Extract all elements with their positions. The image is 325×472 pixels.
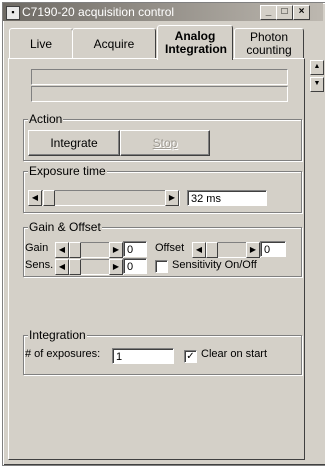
exposure-time-field[interactable]: 32 ms [187, 190, 267, 206]
action-group: Action Integrate Stop [23, 112, 302, 161]
status-bar-2 [31, 86, 288, 102]
stop-button-label: Stop [152, 136, 178, 150]
status-bar-1 [31, 69, 288, 85]
tab-photon-counting-label: Photon counting [246, 30, 292, 57]
gain-value-field[interactable]: 0 [123, 241, 147, 257]
gain-left-arrow-icon[interactable]: ◀ [55, 242, 69, 258]
gain-label: Gain [25, 242, 49, 254]
exposures-label: # of exposures: [25, 348, 101, 360]
offset-left-arrow-icon[interactable]: ◀ [192, 242, 206, 258]
title-bar[interactable]: ▪ C7190-20 acquisition control _ □ × [3, 3, 323, 21]
action-group-label: Action [28, 112, 64, 126]
exposure-slider-thumb[interactable] [43, 190, 55, 206]
sens-label: Sens. [25, 259, 54, 271]
maximize-button[interactable]: □ [276, 5, 293, 20]
tab-analog-integration-label: Analog Integration [165, 29, 227, 56]
integrate-button-label: Integrate [50, 136, 98, 150]
scroll-up-button[interactable]: ▲ [310, 60, 324, 75]
exposure-left-arrow-icon[interactable]: ◀ [28, 190, 42, 206]
gain-offset-group: Gain & Offset Gain ◀ ▶ 0 Offset ◀ ▶ 0 Se… [23, 220, 302, 277]
sens-right-arrow-icon[interactable]: ▶ [109, 259, 123, 275]
minimize-button[interactable]: _ [260, 5, 277, 20]
sens-value-field[interactable]: 0 [123, 258, 147, 274]
sens-slider-thumb[interactable] [69, 259, 81, 275]
exposures-field[interactable]: 1 [112, 348, 174, 364]
integration-group-label: Integration [28, 328, 87, 342]
sensitivity-label: Sensitivity On/Off [172, 259, 257, 271]
offset-label: Offset [155, 242, 185, 254]
tab-acquire-label: Acquire [93, 36, 135, 51]
exposure-time-group: Exposure time ◀ ▶ 32 ms [23, 164, 302, 213]
offset-slider[interactable]: ◀ ▶ [192, 242, 261, 258]
offset-value-field[interactable]: 0 [260, 241, 286, 257]
sens-slider[interactable]: ◀ ▶ [55, 259, 124, 275]
gain-right-arrow-icon[interactable]: ▶ [109, 242, 123, 258]
exposure-time-slider[interactable]: ◀ ▶ [28, 190, 180, 206]
tab-photon-counting[interactable]: Photon counting [234, 28, 304, 59]
stop-button[interactable]: Stop [120, 130, 210, 156]
integrate-button[interactable]: Integrate [28, 130, 120, 156]
sens-left-arrow-icon[interactable]: ◀ [55, 259, 69, 275]
window-title: C7190-20 acquisition control [22, 5, 175, 19]
offset-right-arrow-icon[interactable]: ▶ [246, 242, 260, 258]
integration-group: Integration # of exposures: 1 ✓ Clear on… [23, 328, 302, 375]
gain-slider[interactable]: ◀ ▶ [55, 242, 124, 258]
close-button[interactable]: × [293, 5, 310, 20]
clear-on-start-checkbox[interactable]: ✓ [184, 350, 197, 363]
scroll-down-button[interactable]: ▼ [310, 77, 324, 92]
tab-acquire[interactable]: Acquire [72, 28, 156, 59]
tab-analog-integration[interactable]: Analog Integration [157, 25, 233, 60]
vertical-scrollbar[interactable]: ▲ ▼ [310, 60, 324, 100]
exposure-right-arrow-icon[interactable]: ▶ [165, 190, 179, 206]
sensitivity-checkbox[interactable] [155, 260, 168, 273]
clear-on-start-label: Clear on start [201, 348, 268, 360]
exposure-time-group-label: Exposure time [28, 164, 107, 178]
app-icon: ▪ [6, 6, 20, 20]
gain-offset-group-label: Gain & Offset [28, 220, 102, 234]
offset-slider-thumb[interactable] [206, 242, 218, 258]
tab-panel: Action Integrate Stop Exposure time ◀ ▶ … [8, 58, 305, 460]
tab-live[interactable]: Live [9, 28, 73, 59]
tab-live-label: Live [29, 36, 52, 51]
gain-slider-thumb[interactable] [69, 242, 81, 258]
